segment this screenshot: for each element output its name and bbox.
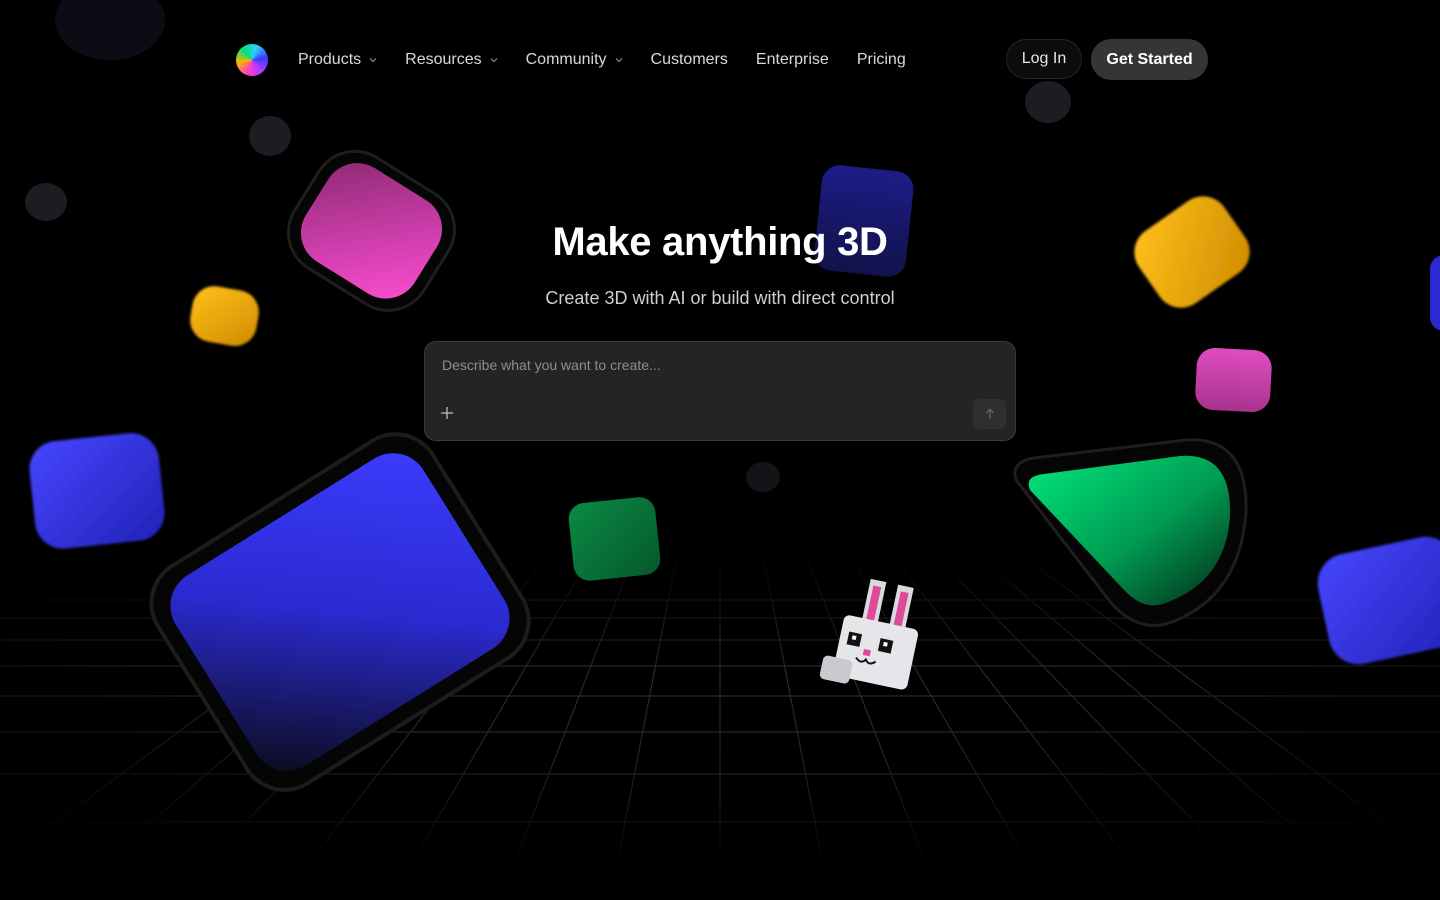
get-started-button[interactable]: Get Started: [1091, 39, 1208, 80]
blue-block-left: [29, 433, 165, 549]
nav-item-community[interactable]: Community: [526, 51, 623, 69]
floating-shapes: [25, 0, 1440, 792]
nav-links: Products Resources Community Customers E…: [298, 46, 934, 74]
prompt-box: [424, 341, 1016, 441]
arrow-up-icon: [985, 408, 994, 419]
dark-blob-2: [25, 183, 67, 221]
pink-block-small: [1195, 348, 1272, 413]
bunny-character: [819, 578, 919, 690]
green-triangle-shape: [1013, 438, 1248, 627]
green-cube-shape: [568, 497, 661, 581]
landing-page: Products Resources Community Customers E…: [0, 0, 1440, 900]
nav-item-label: Customers: [650, 51, 728, 68]
nav-item-products[interactable]: Products: [298, 51, 377, 69]
send-button[interactable]: [973, 399, 1006, 429]
blue-block-large: [149, 432, 531, 792]
nav-item-enterprise[interactable]: Enterprise: [756, 51, 829, 69]
nav-item-label: Enterprise: [755, 51, 829, 68]
nav-item-label: Pricing: [856, 51, 906, 68]
hero-subtitle: Create 3D with AI or build with direct c…: [545, 288, 895, 308]
chevron-down-icon: [615, 58, 622, 63]
top-navigation: Products Resources Community Customers E…: [0, 0, 1440, 118]
chevron-down-icon: [369, 58, 377, 63]
prompt-input[interactable]: [442, 354, 982, 376]
hero-title: Make anything 3D: [552, 220, 888, 264]
plus-icon[interactable]: [439, 405, 455, 421]
logo-icon[interactable]: [236, 44, 268, 76]
dark-blob-1: [249, 116, 291, 156]
nav-item-label: Resources: [405, 51, 482, 68]
blue-block-right: [1317, 536, 1440, 665]
nav-item-resources[interactable]: Resources: [405, 51, 498, 69]
dark-blob-4: [746, 462, 780, 492]
login-button[interactable]: Log In: [1006, 39, 1082, 79]
nav-item-pricing[interactable]: Pricing: [857, 51, 906, 69]
nav-item-label: Products: [298, 51, 362, 68]
nav-item-label: Community: [525, 51, 607, 68]
chevron-down-icon: [490, 58, 498, 63]
nav-item-customers[interactable]: Customers: [651, 51, 728, 69]
